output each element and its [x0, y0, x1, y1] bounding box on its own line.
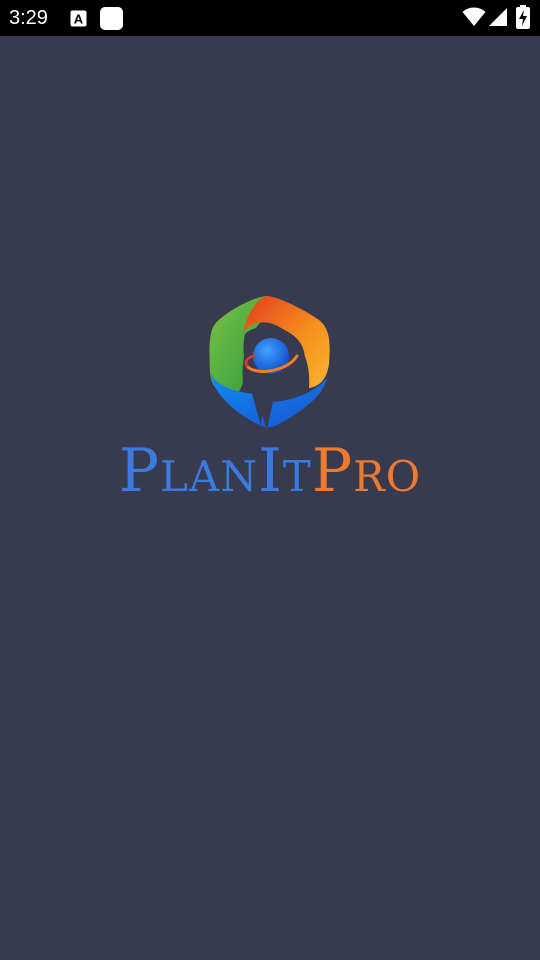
svg-text:A: A: [74, 12, 84, 27]
splash-screen: PlanItPro: [0, 36, 540, 960]
wordmark-pro: Pro: [311, 436, 422, 506]
font-notification-icon: A: [70, 10, 87, 27]
status-time: 3:29: [9, 7, 48, 29]
app-notification-icon: [100, 7, 123, 30]
cellular-signal-icon: [489, 8, 507, 26]
app-wordmark: PlanItPro: [0, 436, 540, 506]
wordmark-planit: PlanIt: [118, 436, 312, 506]
wifi-icon: [462, 7, 486, 26]
battery-charging-icon: [516, 5, 530, 29]
planitpro-logo-icon: [209, 296, 330, 430]
status-bar: 3:29 A: [0, 0, 540, 36]
